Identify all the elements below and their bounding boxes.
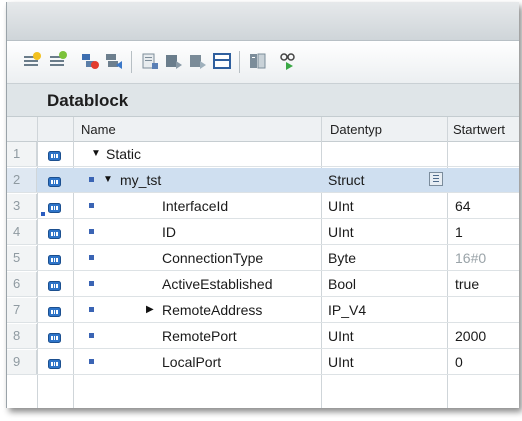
collapse-arrow-icon[interactable]: ▼ bbox=[103, 174, 113, 185]
table-row[interactable]: 4 ID UInt 1 bbox=[7, 220, 519, 245]
add-row-icon[interactable] bbox=[47, 50, 69, 72]
cell-datatype[interactable]: Bool bbox=[328, 276, 356, 292]
copy-snapshot-icon[interactable] bbox=[163, 50, 185, 72]
element-bullet-icon bbox=[89, 281, 94, 286]
element-bullet-icon bbox=[89, 203, 94, 208]
row-number: 5 bbox=[7, 246, 37, 270]
row-number: 3 bbox=[7, 194, 37, 218]
row-number: 4 bbox=[7, 220, 37, 244]
cell-start-value[interactable]: 2000 bbox=[455, 328, 486, 344]
cell-datatype[interactable]: UInt bbox=[328, 198, 354, 214]
cell-start-value[interactable]: 0 bbox=[455, 354, 463, 370]
row-number: 2 bbox=[7, 168, 37, 192]
interface-icon bbox=[48, 200, 61, 213]
column-header-name[interactable]: Name bbox=[81, 122, 116, 137]
interface-icon bbox=[48, 226, 61, 239]
expand-icon[interactable] bbox=[79, 50, 101, 72]
element-bullet-icon bbox=[89, 307, 94, 312]
row-number: 1 bbox=[7, 142, 37, 166]
focus-marker bbox=[41, 212, 45, 216]
cell-start-value[interactable]: 64 bbox=[455, 198, 471, 214]
editor-top-strip bbox=[7, 2, 519, 41]
cell-datatype[interactable]: UInt bbox=[328, 224, 354, 240]
interface-icon bbox=[48, 330, 61, 343]
cell-name[interactable]: RemotePort bbox=[162, 328, 237, 344]
table-row[interactable]: 5 ConnectionType Byte 16#0 bbox=[7, 246, 519, 271]
column-header-datatype[interactable]: Datentyp bbox=[330, 122, 382, 137]
table-row[interactable]: 6 ActiveEstablished Bool true bbox=[7, 272, 519, 297]
row-number: 9 bbox=[7, 350, 37, 374]
page-title: Datablock bbox=[47, 91, 129, 110]
toolbar bbox=[7, 41, 519, 84]
cell-name[interactable]: ActiveEstablished bbox=[162, 276, 273, 292]
cell-name[interactable]: InterfaceId bbox=[162, 198, 228, 214]
element-bullet-icon bbox=[89, 229, 94, 234]
cell-name[interactable]: my_tst bbox=[120, 172, 161, 188]
row-number: 6 bbox=[7, 272, 37, 296]
table-row[interactable]: 1 ▼ Static bbox=[7, 142, 519, 167]
element-bullet-icon bbox=[89, 177, 94, 182]
cell-datatype[interactable]: Struct bbox=[328, 172, 365, 188]
table-row[interactable]: 3 InterfaceId UInt 64 bbox=[7, 194, 519, 219]
expand-arrow-icon[interactable]: ▶ bbox=[146, 304, 154, 315]
cell-name[interactable]: LocalPort bbox=[162, 354, 221, 370]
row-number: 7 bbox=[7, 298, 37, 322]
cell-name[interactable]: ConnectionType bbox=[162, 250, 263, 266]
cell-datatype[interactable]: Byte bbox=[328, 250, 356, 266]
table-row[interactable]: 8 RemotePort UInt 2000 bbox=[7, 324, 519, 349]
collapse-arrow-icon[interactable]: ▼ bbox=[91, 148, 101, 159]
cell-name[interactable]: ID bbox=[162, 224, 176, 240]
collapse-icon[interactable] bbox=[103, 50, 125, 72]
datatype-picker-button[interactable] bbox=[429, 172, 443, 186]
table-header: Name Datentyp Startwert bbox=[7, 117, 519, 142]
cell-datatype[interactable]: UInt bbox=[328, 328, 354, 344]
element-bullet-icon bbox=[89, 333, 94, 338]
cell-datatype[interactable]: UInt bbox=[328, 354, 354, 370]
table-row[interactable]: 7 ▶ RemoteAddress IP_V4 bbox=[7, 298, 519, 323]
keep-actual-values-icon[interactable] bbox=[247, 50, 269, 72]
cell-start-value[interactable]: true bbox=[455, 276, 479, 292]
interface-icon bbox=[48, 174, 61, 187]
cell-name[interactable]: RemoteAddress bbox=[162, 302, 262, 318]
interface-icon bbox=[48, 278, 61, 291]
table-row[interactable]: 2 ▼ my_tst Struct bbox=[7, 168, 519, 193]
load-snapshot-icon[interactable] bbox=[187, 50, 209, 72]
cell-name[interactable]: Static bbox=[106, 146, 141, 162]
monitor-all-icon[interactable] bbox=[277, 50, 299, 72]
interface-icon bbox=[48, 148, 61, 161]
monitor-value-icon[interactable] bbox=[211, 50, 233, 72]
element-bullet-icon bbox=[89, 359, 94, 364]
cell-datatype[interactable]: IP_V4 bbox=[328, 302, 366, 318]
column-header-start-value[interactable]: Startwert bbox=[453, 122, 505, 137]
snapshot-icon[interactable] bbox=[139, 50, 161, 72]
table-row[interactable]: 9 LocalPort UInt 0 bbox=[7, 350, 519, 375]
cell-start-value[interactable]: 1 bbox=[455, 224, 463, 240]
element-bullet-icon bbox=[89, 255, 94, 260]
interface-icon bbox=[48, 304, 61, 317]
cell-start-value[interactable]: 16#0 bbox=[455, 250, 486, 266]
block-title-bar: Datablock bbox=[7, 84, 519, 117]
interface-icon bbox=[48, 252, 61, 265]
row-number: 8 bbox=[7, 324, 37, 348]
datablock-editor: Datablock Name Datentyp Startwert 1 ▼ Stat… bbox=[6, 2, 519, 408]
interface-icon bbox=[48, 356, 61, 369]
insert-row-icon[interactable] bbox=[21, 50, 43, 72]
